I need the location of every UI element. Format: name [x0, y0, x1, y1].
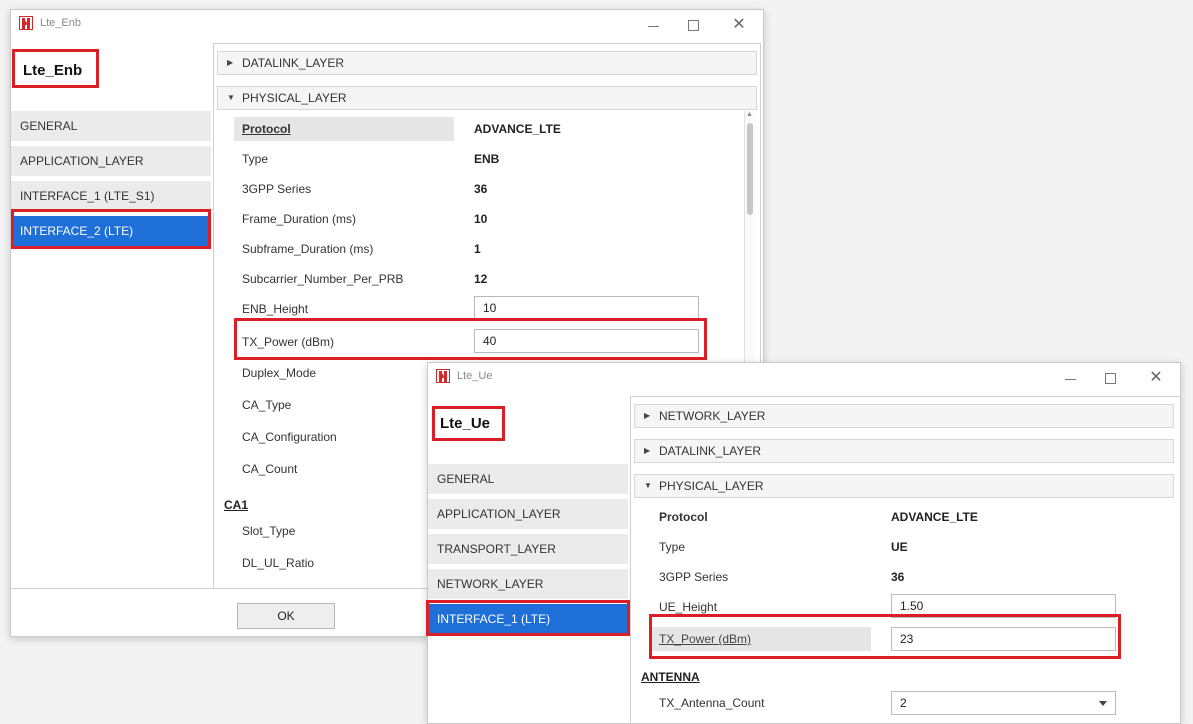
close-icon[interactable]: ✕: [1138, 366, 1174, 390]
prop-tx-power-label: TX_Power (dBm): [659, 632, 752, 646]
prop-dl-ul-ratio-label: DL_UL_Ratio: [242, 556, 315, 570]
prop-series-label: 3GPP Series: [659, 570, 729, 584]
close-icon[interactable]: ✕: [721, 13, 757, 37]
prop-frame-duration-label: Frame_Duration (ms): [242, 212, 357, 226]
ue-titlebar[interactable]: Lte_Ue ✕: [428, 363, 1180, 393]
prop-subframe-duration-value: 1: [474, 242, 481, 256]
group-antenna: ANTENNA: [641, 670, 700, 684]
expand-arrow-icon: ▶: [644, 411, 651, 420]
prop-ue-height-label: UE_Height: [659, 600, 718, 614]
collapse-arrow-icon: ▼: [644, 481, 652, 490]
tx-antenna-count-select[interactable]: 2: [891, 691, 1116, 715]
prop-series-label: 3GPP Series: [242, 182, 312, 196]
section-datalink-layer[interactable]: ▶ DATALINK_LAYER: [634, 439, 1174, 463]
ue-height-input[interactable]: 1.50: [891, 594, 1116, 618]
netsim-logo-icon: [436, 369, 450, 383]
prop-subcarrier-label: Subcarrier_Number_Per_PRB: [242, 272, 404, 286]
scrollbar-thumb[interactable]: [747, 123, 753, 215]
section-physical-layer[interactable]: ▼ PHYSICAL_LAYER: [217, 86, 757, 110]
prop-protocol-label: Protocol: [242, 122, 291, 136]
netsim-logo-icon: [19, 16, 33, 30]
ue-tx-power-input[interactable]: 23: [891, 627, 1116, 651]
prop-tx-power-label: TX_Power (dBm): [242, 335, 335, 349]
prop-ca-configuration-label: CA_Configuration: [242, 430, 337, 444]
enb-tx-power-input[interactable]: 40: [474, 329, 699, 353]
sidebar-item-application-layer[interactable]: APPLICATION_LAYER: [11, 146, 211, 176]
chevron-down-icon[interactable]: [1099, 701, 1107, 706]
minimize-icon[interactable]: [635, 13, 671, 37]
prop-ca-type-label: CA_Type: [242, 398, 292, 412]
ue-sidebar: GENERAL APPLICATION_LAYER TRANSPORT_LAYE…: [428, 464, 628, 639]
section-network-layer[interactable]: ▶ NETWORK_LAYER: [634, 404, 1174, 428]
enb-titlebar[interactable]: Lte_Enb ✕: [11, 10, 763, 40]
sidebar-item-transport-layer[interactable]: TRANSPORT_LAYER: [428, 534, 628, 564]
group-ca1: CA1: [224, 498, 249, 512]
prop-subframe-duration-label: Subframe_Duration (ms): [242, 242, 374, 256]
prop-frame-duration-value: 10: [474, 212, 488, 226]
prop-series-value: 36: [891, 570, 905, 584]
prop-protocol-value: ADVANCE_LTE: [474, 122, 561, 136]
sidebar-item-interface-1[interactable]: INTERFACE_1 (LTE_S1): [11, 181, 211, 211]
ok-button[interactable]: OK: [237, 603, 335, 629]
sidebar-item-general[interactable]: GENERAL: [11, 111, 211, 141]
prop-type-value: ENB: [474, 152, 500, 166]
minimize-icon[interactable]: [1052, 366, 1088, 390]
expand-arrow-icon: ▶: [227, 58, 234, 67]
prop-protocol-label: Protocol: [659, 510, 708, 524]
ue-property-panel: ▶ NETWORK_LAYER ▶ DATALINK_LAYER ▼ PHYSI…: [630, 396, 1180, 723]
enb-window-title: Lte_Enb: [40, 17, 81, 29]
scroll-up-icon[interactable]: ▲: [746, 111, 753, 118]
prop-type-label: Type: [242, 152, 269, 166]
maximize-icon[interactable]: [1092, 366, 1128, 390]
section-physical-layer[interactable]: ▼ PHYSICAL_LAYER: [634, 474, 1174, 498]
ue-device-name: Lte_Ue: [440, 415, 491, 432]
sidebar-item-interface-2[interactable]: INTERFACE_2 (LTE): [11, 216, 211, 246]
prop-type-label: Type: [659, 540, 686, 554]
sidebar-item-general[interactable]: GENERAL: [428, 464, 628, 494]
ue-window-title: Lte_Ue: [457, 370, 493, 382]
sidebar-item-application-layer[interactable]: APPLICATION_LAYER: [428, 499, 628, 529]
prop-type-value: UE: [891, 540, 908, 554]
enb-height-input[interactable]: 10: [474, 296, 699, 320]
prop-duplex-mode-label: Duplex_Mode: [242, 366, 317, 380]
prop-subcarrier-value: 12: [474, 272, 488, 286]
tx-antenna-count-value: 2: [900, 696, 907, 710]
prop-enb-height-label: ENB_Height: [242, 302, 309, 316]
sidebar-item-interface-1[interactable]: INTERFACE_1 (LTE): [428, 604, 628, 634]
enb-sidebar: GENERAL APPLICATION_LAYER INTERFACE_1 (L…: [11, 111, 211, 251]
maximize-icon[interactable]: [675, 13, 711, 37]
sidebar-item-network-layer[interactable]: NETWORK_LAYER: [428, 569, 628, 599]
prop-series-value: 36: [474, 182, 488, 196]
enb-device-name: Lte_Enb: [23, 62, 83, 79]
prop-slot-type-label: Slot_Type: [242, 524, 296, 538]
prop-protocol-value: ADVANCE_LTE: [891, 510, 978, 524]
expand-arrow-icon: ▶: [644, 446, 651, 455]
ue-window: Lte_Ue ✕ Lte_Ue GENERAL APPLICATION_LAYE…: [427, 362, 1181, 724]
prop-tx-antenna-count-label: TX_Antenna_Count: [659, 696, 765, 710]
section-datalink-layer[interactable]: ▶ DATALINK_LAYER: [217, 51, 757, 75]
prop-ca-count-label: CA_Count: [242, 462, 298, 476]
collapse-arrow-icon: ▼: [227, 93, 235, 102]
